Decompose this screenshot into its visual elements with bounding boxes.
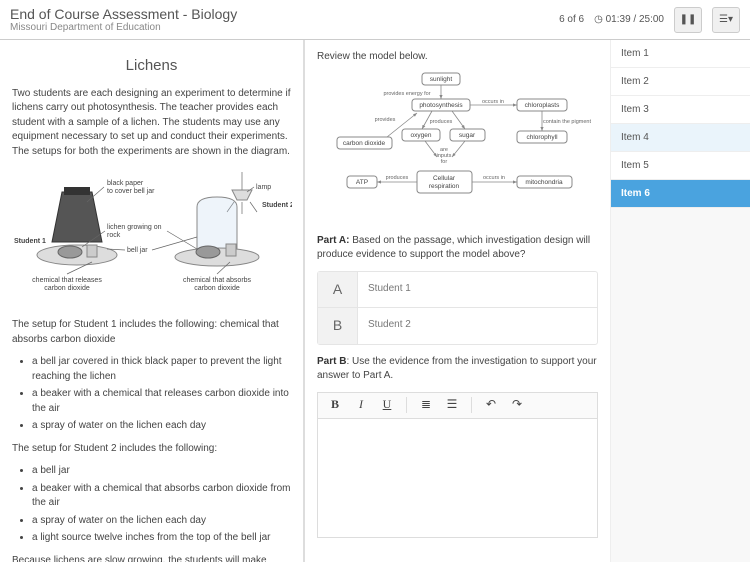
question-panel: Review the model below. .box{fill:#fff;s…	[305, 40, 610, 562]
svg-text:Cellular: Cellular	[433, 175, 456, 182]
passage-intro: Two students are each designing an exper…	[12, 87, 291, 160]
passage-panel: Lichens Two students are each designing …	[0, 40, 305, 562]
svg-text:occurs in: occurs in	[483, 175, 505, 181]
list-item: a bell jar	[32, 464, 291, 479]
choices-group: AStudent 1BStudent 2	[317, 271, 598, 345]
nav-item[interactable]: Item 6	[611, 180, 750, 208]
bullet-list-button[interactable]: ≣	[415, 395, 437, 415]
nav-item[interactable]: Item 1	[611, 40, 750, 68]
list-item: a bell jar covered in thick black paper …	[32, 355, 291, 384]
passage-para2: Because lichens are slow growing, the st…	[12, 554, 291, 562]
svg-text:provides: provides	[375, 117, 396, 123]
svg-text:produces: produces	[430, 119, 453, 125]
setup2-lead: The setup for Student 2 includes the fol…	[12, 442, 291, 457]
position-indicator: 6 of 6	[559, 14, 584, 25]
svg-text:mitochondria: mitochondria	[525, 179, 563, 186]
choice-text: Student 1	[358, 272, 597, 307]
redo-button[interactable]: ↷	[506, 395, 528, 415]
diag-s2-label: Student 2	[262, 202, 292, 209]
setup2-list: a bell jar a beaker with a chemical that …	[32, 464, 291, 546]
undo-button[interactable]: ↶	[480, 395, 502, 415]
list-item: a spray of water on the lichen each day	[32, 419, 291, 434]
setup1-list: a bell jar covered in thick black paper …	[32, 355, 291, 434]
choice-letter: B	[318, 308, 358, 344]
svg-text:chloroplasts: chloroplasts	[525, 102, 560, 109]
part-a-prompt: Part A: Based on the passage, which inve…	[317, 234, 598, 263]
diag-paper-label: black paperto cover bell jar	[107, 180, 155, 195]
svg-text:sugar: sugar	[459, 132, 476, 139]
bold-button[interactable]: B	[324, 395, 346, 415]
assessment-subtitle: Missouri Department of Education	[10, 22, 559, 33]
diag-lamp-label: lamp	[256, 184, 271, 191]
editor-toolbar: B I U ≣ ☰ ↶ ↷	[317, 392, 598, 418]
diag-lichen-label: lichen growing onrock	[107, 224, 162, 239]
underline-button[interactable]: U	[376, 395, 398, 415]
undo-icon: ↶	[486, 396, 496, 413]
diag-abs-label: chemical that absorbscarbon dioxide	[183, 277, 252, 292]
diag-rel-label: chemical that releasescarbon dioxide	[32, 277, 102, 292]
list-item: a spray of water on the lichen each day	[32, 514, 291, 529]
list-item: a light source twelve inches from the to…	[32, 531, 291, 546]
italic-button[interactable]: I	[350, 395, 372, 415]
redo-icon: ↷	[512, 396, 522, 413]
numbered-list-button[interactable]: ☰	[441, 395, 463, 415]
svg-text:respiration: respiration	[429, 183, 460, 190]
svg-text:chlorophyll: chlorophyll	[526, 134, 558, 141]
experiment-diagram: .t{font-size:7px;fill:#444;font-family:A…	[12, 167, 292, 312]
timer-display: ◷ 01:39 / 25:00	[594, 14, 664, 25]
numbered-list-icon: ☰	[447, 396, 458, 413]
concept-model-diagram: .box{fill:#fff;stroke:#888;rx:3} .bt{fon…	[317, 71, 602, 226]
list-item: a beaker with a chemical that releases c…	[32, 387, 291, 416]
pause-icon: ❚❚	[680, 14, 697, 25]
setup1-lead: The setup for Student 1 includes the fol…	[12, 318, 291, 347]
svg-text:areinputsfor: areinputsfor	[437, 147, 452, 165]
list-item: a beaker with a chemical that absorbs ca…	[32, 482, 291, 511]
pause-button[interactable]: ❚❚	[674, 7, 702, 33]
choice-row[interactable]: AStudent 1	[318, 272, 597, 308]
item-nav-panel: Item 1Item 2Item 3Item 4Item 5Item 6	[610, 40, 750, 562]
toolbar-separator	[406, 397, 407, 413]
svg-text:produces: produces	[386, 175, 409, 181]
part-b-prompt: Part B: Use the evidence from the invest…	[317, 355, 598, 384]
svg-text:carbon dioxide: carbon dioxide	[343, 140, 386, 147]
svg-text:contain the pigment: contain the pigment	[543, 119, 591, 125]
menu-button[interactable]: ☰▾	[712, 7, 740, 33]
nav-item[interactable]: Item 2	[611, 68, 750, 96]
svg-text:sunlight: sunlight	[430, 76, 453, 83]
nav-item[interactable]: Item 5	[611, 152, 750, 180]
svg-text:provides energy for: provides energy for	[383, 91, 430, 97]
svg-text:oxygen: oxygen	[411, 132, 432, 139]
choice-text: Student 2	[358, 308, 597, 344]
bullet-list-icon: ≣	[421, 396, 431, 413]
header-bar: End of Course Assessment - Biology Misso…	[0, 0, 750, 40]
nav-item[interactable]: Item 4	[611, 124, 750, 152]
list-icon: ☰▾	[719, 14, 733, 25]
review-instruction: Review the model below.	[317, 50, 598, 65]
choice-letter: A	[318, 272, 358, 307]
diag-bell-label: bell jar	[127, 247, 148, 254]
nav-item[interactable]: Item 3	[611, 96, 750, 124]
choice-row[interactable]: BStudent 2	[318, 308, 597, 344]
svg-text:photosynthesis: photosynthesis	[419, 102, 463, 109]
passage-title: Lichens	[12, 55, 291, 77]
svg-text:ATP: ATP	[356, 179, 368, 186]
timer-icon: ◷	[594, 14, 603, 25]
diag-s1-label: Student 1	[14, 238, 46, 245]
toolbar-separator	[471, 397, 472, 413]
svg-text:occurs in: occurs in	[482, 99, 504, 105]
assessment-title: End of Course Assessment - Biology	[10, 6, 559, 23]
response-editor[interactable]	[317, 418, 598, 538]
